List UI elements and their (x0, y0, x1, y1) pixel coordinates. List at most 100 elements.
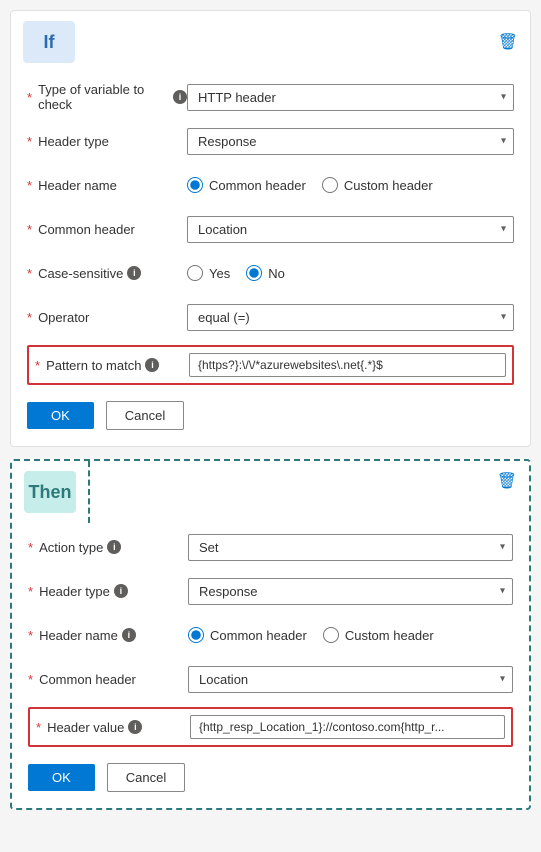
if-custom-header-option[interactable]: Custom header (322, 177, 433, 193)
if-common-header-label: Common header (209, 178, 306, 193)
if-case-sensitive-radio-group: Yes No (187, 265, 514, 281)
then-common-header-row: * Common header Location ▾ (28, 663, 513, 695)
then-header-type-info-icon[interactable]: i (114, 584, 128, 598)
then-header-name-text: Header name (39, 628, 118, 643)
then-card: Then 🗑 * Action type i Set ▾ (10, 459, 531, 810)
if-case-sensitive-no-radio[interactable] (246, 265, 262, 281)
if-case-sensitive-text: Case-sensitive (38, 266, 123, 281)
type-of-variable-label: * Type of variable to check i (27, 82, 187, 112)
type-of-variable-info-icon[interactable]: i (173, 90, 187, 104)
if-case-sensitive-info-icon[interactable]: i (127, 266, 141, 280)
if-trash-icon[interactable]: 🗑 (498, 32, 518, 52)
if-case-sensitive-yes-label: Yes (209, 266, 230, 281)
if-case-sensitive-no-option[interactable]: No (246, 265, 285, 281)
then-ok-button[interactable]: OK (28, 764, 95, 791)
then-trash-icon[interactable]: 🗑 (497, 471, 517, 491)
if-header-type-text: Header type (38, 134, 109, 149)
if-header-type-label: * Header type (27, 134, 187, 149)
then-header-type-row: * Header type i Response ▾ (28, 575, 513, 607)
if-header-name-row: * Header name Common header Custom heade… (27, 169, 514, 201)
if-common-header-label-col: * Common header (27, 222, 187, 237)
if-header-type-control: Response ▾ (187, 128, 514, 155)
type-of-variable-select[interactable]: HTTP header (187, 84, 514, 111)
if-custom-header-label: Custom header (344, 178, 433, 193)
then-button-row: OK Cancel (28, 759, 513, 792)
if-common-header-control: Location ▾ (187, 216, 514, 243)
if-card: If 🗑 * Type of variable to check i HTTP … (10, 10, 531, 447)
if-header-name-control: Common header Custom header (187, 177, 514, 193)
then-label-col: Then (12, 461, 88, 523)
if-cancel-button[interactable]: Cancel (106, 401, 184, 430)
then-header-value-row: * Header value i (28, 707, 513, 747)
then-common-header-option[interactable]: Common header (188, 627, 307, 643)
if-label: If (23, 21, 75, 63)
type-of-variable-text: Type of variable to check (38, 82, 169, 112)
if-header-type-select[interactable]: Response (187, 128, 514, 155)
then-dashed-area (88, 461, 485, 523)
if-custom-header-radio[interactable] (322, 177, 338, 193)
if-case-sensitive-yes-radio[interactable] (187, 265, 203, 281)
if-ok-button[interactable]: OK (27, 402, 94, 429)
required-star-t5: * (36, 720, 41, 735)
then-header-type-label: * Header type i (28, 584, 188, 599)
if-common-header-radio[interactable] (187, 177, 203, 193)
required-star-6: * (27, 310, 32, 325)
if-common-header-option[interactable]: Common header (187, 177, 306, 193)
required-star-t2: * (28, 584, 33, 599)
if-pattern-to-match-info-icon[interactable]: i (145, 358, 159, 372)
then-action-type-select[interactable]: Set (188, 534, 513, 561)
then-header-value-label: * Header value i (36, 720, 190, 735)
if-header-name-label: * Header name (27, 178, 187, 193)
then-header-value-text: Header value (47, 720, 124, 735)
then-custom-header-option[interactable]: Custom header (323, 627, 434, 643)
then-common-header-label: Common header (210, 628, 307, 643)
type-of-variable-row: * Type of variable to check i HTTP heade… (27, 81, 514, 113)
if-pattern-to-match-input[interactable] (189, 353, 506, 377)
if-common-header-select[interactable]: Location (187, 216, 514, 243)
then-header-name-row: * Header name i Common header Custom hea… (28, 619, 513, 651)
if-operator-row: * Operator equal (=) ▾ (27, 301, 514, 333)
if-operator-label: * Operator (27, 310, 187, 325)
then-header-name-radio-group: Common header Custom header (188, 627, 513, 643)
then-action-type-control: Set ▾ (188, 534, 513, 561)
then-header-name-info-icon[interactable]: i (122, 628, 136, 642)
then-common-header-label-col: * Common header (28, 672, 188, 687)
if-case-sensitive-yes-option[interactable]: Yes (187, 265, 230, 281)
then-common-header-text: Common header (39, 672, 136, 687)
then-common-header-radio[interactable] (188, 627, 204, 643)
if-pattern-to-match-row: * Pattern to match i (27, 345, 514, 385)
if-case-sensitive-label: * Case-sensitive i (27, 266, 187, 281)
then-common-header-select[interactable]: Location (188, 666, 513, 693)
if-header-name-text: Header name (38, 178, 117, 193)
if-operator-text: Operator (38, 310, 89, 325)
then-action-type-text: Action type (39, 540, 103, 555)
if-operator-select[interactable]: equal (=) (187, 304, 514, 331)
then-custom-header-radio[interactable] (323, 627, 339, 643)
if-common-header-row: * Common header Location ▾ (27, 213, 514, 245)
then-header-name-control: Common header Custom header (188, 627, 513, 643)
required-star-t1: * (28, 540, 33, 555)
then-header-value-input[interactable] (190, 715, 505, 739)
then-header-type-text: Header type (39, 584, 110, 599)
then-custom-header-label: Custom header (345, 628, 434, 643)
if-case-sensitive-no-label: No (268, 266, 285, 281)
if-header-name-radio-group: Common header Custom header (187, 177, 514, 193)
required-star: * (27, 90, 32, 105)
if-button-row: OK Cancel (27, 397, 514, 430)
type-of-variable-control: HTTP header ▾ (187, 84, 514, 111)
if-pattern-to-match-text: Pattern to match (46, 358, 141, 373)
then-action-type-info-icon[interactable]: i (107, 540, 121, 554)
if-card-body: * Type of variable to check i HTTP heade… (11, 73, 530, 446)
required-star-2: * (27, 134, 32, 149)
if-card-header: If 🗑 (11, 11, 530, 73)
then-action-type-label: * Action type i (28, 540, 188, 555)
then-header-name-label: * Header name i (28, 628, 188, 643)
required-star-t3: * (28, 628, 33, 643)
then-cancel-button[interactable]: Cancel (107, 763, 185, 792)
then-card-body: * Action type i Set ▾ * Header type i (12, 523, 529, 808)
then-header-type-select[interactable]: Response (188, 578, 513, 605)
if-pattern-to-match-label: * Pattern to match i (35, 358, 189, 373)
then-header-type-control: Response ▾ (188, 578, 513, 605)
then-header-value-info-icon[interactable]: i (128, 720, 142, 734)
if-case-sensitive-row: * Case-sensitive i Yes No (27, 257, 514, 289)
